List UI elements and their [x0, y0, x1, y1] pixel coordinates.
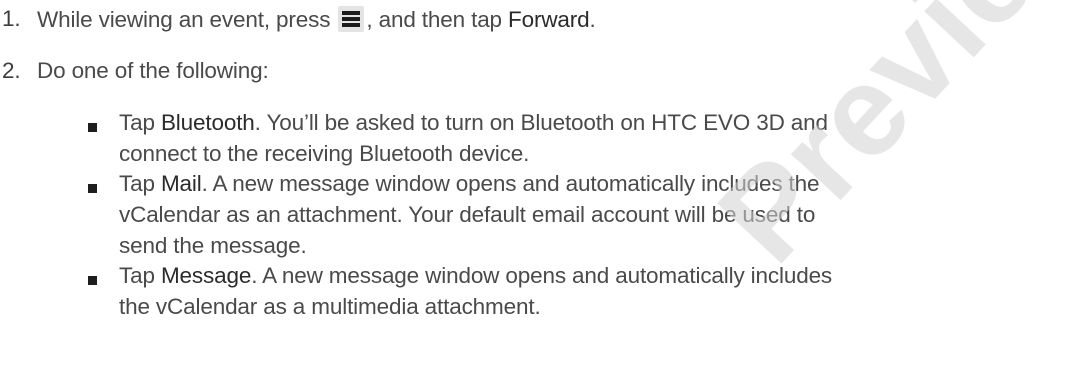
step-number: 2. [2, 58, 21, 83]
bullet [88, 184, 97, 193]
mail-label: Mail [160, 171, 202, 196]
forward-label: Forward [508, 7, 590, 32]
document-page: 1. While viewing an event, press , and t… [0, 0, 1078, 377]
bullet [88, 123, 97, 132]
step-number: 1. [2, 6, 21, 31]
bullet [88, 276, 97, 285]
menu-icon [338, 6, 365, 32]
message-label: Message [160, 263, 252, 288]
step-text: While viewing an event, press , and then… [37, 6, 596, 32]
preview-watermark: Preview [691, 0, 1078, 289]
bluetooth-label: Bluetooth [160, 110, 255, 135]
step-text: Do one of the following: [37, 58, 269, 83]
